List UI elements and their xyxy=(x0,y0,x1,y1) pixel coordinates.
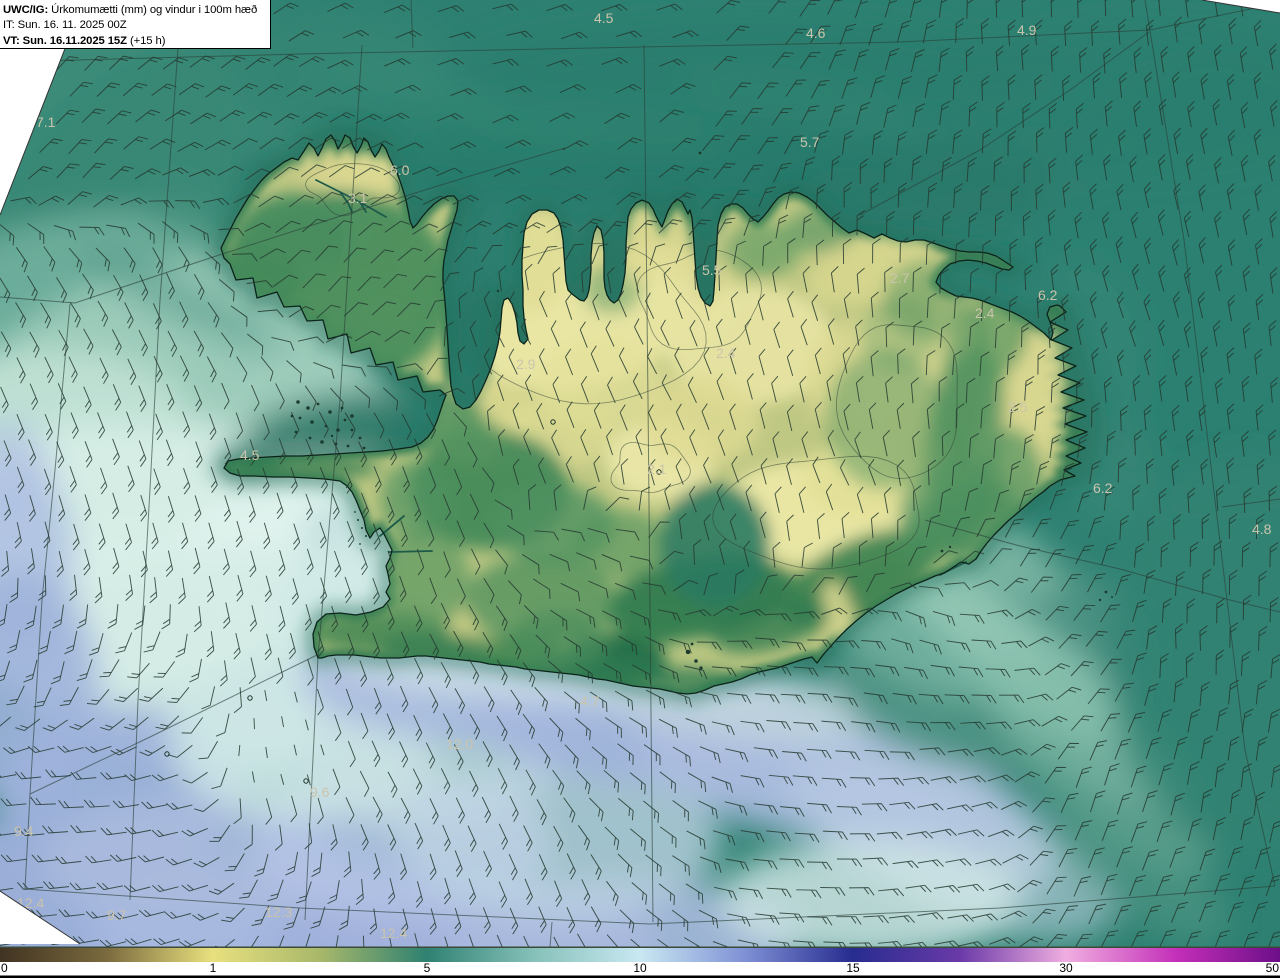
svg-text:4.9: 4.9 xyxy=(1017,22,1037,38)
svg-text:15: 15 xyxy=(846,961,860,975)
svg-text:9.7: 9.7 xyxy=(107,907,127,923)
svg-text:12.4: 12.4 xyxy=(380,925,407,941)
svg-text:2.7: 2.7 xyxy=(890,270,910,286)
svg-text:6.0: 6.0 xyxy=(390,162,410,178)
svg-text:5.5: 5.5 xyxy=(702,262,722,278)
svg-text:3.1: 3.1 xyxy=(348,190,368,206)
svg-text:2.4: 2.4 xyxy=(975,305,995,321)
svg-text:4.7: 4.7 xyxy=(580,693,600,709)
svg-text:9.6: 9.6 xyxy=(310,784,330,800)
svg-text:5.7: 5.7 xyxy=(800,134,820,150)
svg-text:4.5: 4.5 xyxy=(240,447,260,463)
svg-text:9.4: 9.4 xyxy=(14,823,34,839)
svg-text:12.0: 12.0 xyxy=(446,736,473,752)
svg-text:2.5: 2.5 xyxy=(1008,399,1028,415)
svg-text:30: 30 xyxy=(1059,961,1073,975)
svg-text:50: 50 xyxy=(1266,961,1280,975)
svg-text:4.5: 4.5 xyxy=(594,10,614,26)
svg-text:2.9: 2.9 xyxy=(516,356,536,372)
svg-text:6.2: 6.2 xyxy=(1093,480,1113,496)
svg-text:6.2: 6.2 xyxy=(1038,287,1058,303)
svg-text:12.3: 12.3 xyxy=(265,904,292,920)
svg-text:4.6: 4.6 xyxy=(806,25,826,41)
svg-text:2.4: 2.4 xyxy=(716,345,736,361)
svg-text:4.8: 4.8 xyxy=(1252,521,1272,537)
svg-text:0: 0 xyxy=(1,961,8,975)
svg-text:10: 10 xyxy=(633,961,647,975)
svg-text:5: 5 xyxy=(424,961,431,975)
svg-text:1: 1 xyxy=(210,961,217,975)
svg-text:2.1: 2.1 xyxy=(647,461,667,477)
